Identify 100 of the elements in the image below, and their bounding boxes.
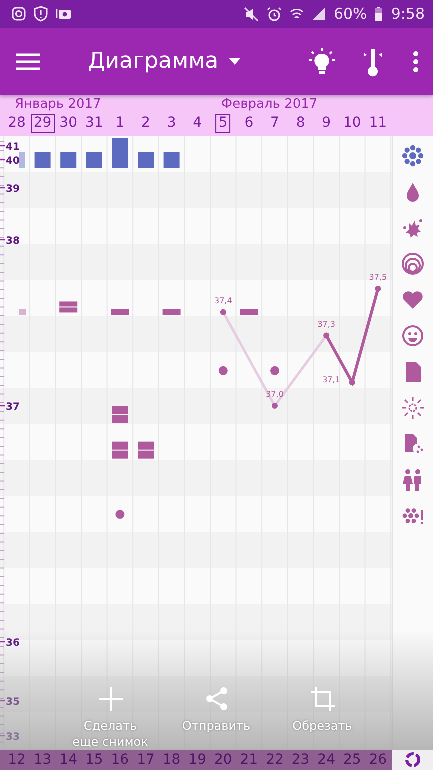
day-mark (164, 152, 180, 168)
clock: 9:58 (391, 5, 425, 23)
data-point (375, 286, 382, 292)
day-label[interactable]: 26 (369, 752, 388, 768)
day-label[interactable]: 12 (8, 752, 26, 768)
axis-label: 35 (6, 697, 20, 708)
smiley-icon[interactable] (401, 324, 425, 348)
thermometer-button[interactable] (363, 46, 383, 76)
day-mark (270, 366, 280, 376)
day-mark (19, 152, 25, 168)
data-point (349, 380, 356, 386)
temperature-label: 37,5 (369, 273, 388, 282)
axis-tick (0, 700, 5, 702)
axis-tick (0, 641, 5, 643)
add-icon (98, 686, 124, 712)
capture-action[interactable]: Отправить (176, 686, 256, 750)
axis-label: 37 (6, 402, 20, 413)
bulb-button[interactable] (309, 48, 335, 76)
day-label[interactable]: 11 (366, 114, 390, 133)
axis-label: 33 (6, 732, 20, 743)
day-mark (34, 152, 51, 168)
axis-tick (0, 405, 5, 407)
day-label[interactable]: 3 (164, 114, 180, 133)
crop-icon (310, 686, 336, 712)
axis-tick (0, 159, 5, 161)
shield-alert-icon (34, 6, 48, 22)
signal-icon (312, 7, 326, 21)
day-mark (112, 406, 128, 424)
caret-icon (228, 58, 241, 65)
day-label[interactable]: 1 (112, 114, 128, 133)
day-mark (86, 152, 102, 168)
axis-tick (0, 735, 5, 737)
menu-button[interactable] (16, 52, 40, 70)
day-label[interactable]: 19 (188, 752, 206, 768)
battery-icon (375, 6, 384, 22)
day-label[interactable]: 6 (242, 114, 257, 133)
alarm-icon (266, 6, 282, 22)
day-label[interactable]: 21 (240, 752, 258, 768)
day-mark (138, 152, 154, 168)
ring-icon[interactable] (404, 752, 420, 768)
day-label[interactable]: 20 (214, 752, 232, 768)
day-label[interactable]: 18 (162, 752, 181, 768)
capture-action[interactable]: Сделать еще снимок (70, 686, 150, 750)
day-mark (138, 442, 154, 459)
day-label[interactable]: 31 (82, 114, 106, 133)
axis-tick (0, 145, 5, 147)
month-label: Январь 2017 (15, 97, 102, 112)
day-label[interactable]: 5 (216, 114, 231, 133)
axis-label: 39 (6, 184, 20, 195)
month-label: Февраль 2017 (221, 97, 318, 112)
day-label[interactable]: 15 (85, 752, 104, 768)
axis-label: 36 (6, 638, 20, 649)
more-button[interactable] (413, 50, 419, 72)
wifi-icon (290, 7, 304, 21)
day-label[interactable]: 9 (319, 114, 334, 133)
day-mark (60, 152, 77, 168)
day-label[interactable]: 10 (340, 114, 364, 133)
day-mark (112, 442, 128, 459)
temperature-label: 37,4 (214, 296, 232, 306)
day-label[interactable]: 13 (34, 752, 52, 768)
day-label[interactable]: 2 (138, 114, 154, 133)
gallery-icon (56, 7, 72, 21)
axis-tick (0, 239, 5, 241)
day-label[interactable]: 14 (60, 752, 78, 768)
battery-percent: 60% (334, 5, 368, 23)
axis-tick (0, 187, 5, 189)
day-label[interactable]: 28 (5, 114, 29, 133)
day-label[interactable]: 24 (318, 752, 336, 768)
day-mark (60, 302, 78, 313)
axis-label: 41 (6, 142, 20, 153)
day-mark (240, 309, 258, 316)
day-mark (116, 510, 125, 520)
capture-action[interactable]: Обрезать (282, 686, 362, 750)
day-label[interactable]: 22 (266, 752, 284, 768)
axis-label: 38 (6, 236, 20, 247)
day-label[interactable]: 30 (56, 114, 80, 133)
day-label[interactable]: 4 (190, 114, 206, 133)
sparkle-icon[interactable] (401, 396, 425, 420)
day-label[interactable]: 16 (111, 752, 130, 768)
day-mark (162, 309, 181, 316)
data-point (220, 309, 226, 316)
day-mark (112, 152, 128, 168)
day-label[interactable]: 29 (30, 114, 55, 133)
day-label[interactable]: 8 (293, 114, 308, 133)
day-label[interactable]: 25 (343, 752, 362, 768)
temperature-label: 37,1 (322, 376, 340, 385)
axis-label: 40 (6, 156, 20, 167)
mute-icon (244, 6, 259, 22)
camera-app-icon (12, 7, 26, 21)
data-point (324, 332, 330, 339)
day-label[interactable]: 23 (292, 752, 310, 768)
view-dropdown[interactable]: Диаграмма (88, 49, 241, 74)
share-icon (204, 686, 230, 712)
temperature-label: 37,3 (318, 320, 336, 329)
rings-icon[interactable] (401, 252, 425, 276)
day-label[interactable]: 7 (268, 114, 282, 133)
flower-icon[interactable] (401, 144, 425, 168)
day-label[interactable]: 17 (137, 752, 155, 768)
temperature-label: 37,0 (266, 390, 284, 399)
day-mark (19, 309, 26, 316)
